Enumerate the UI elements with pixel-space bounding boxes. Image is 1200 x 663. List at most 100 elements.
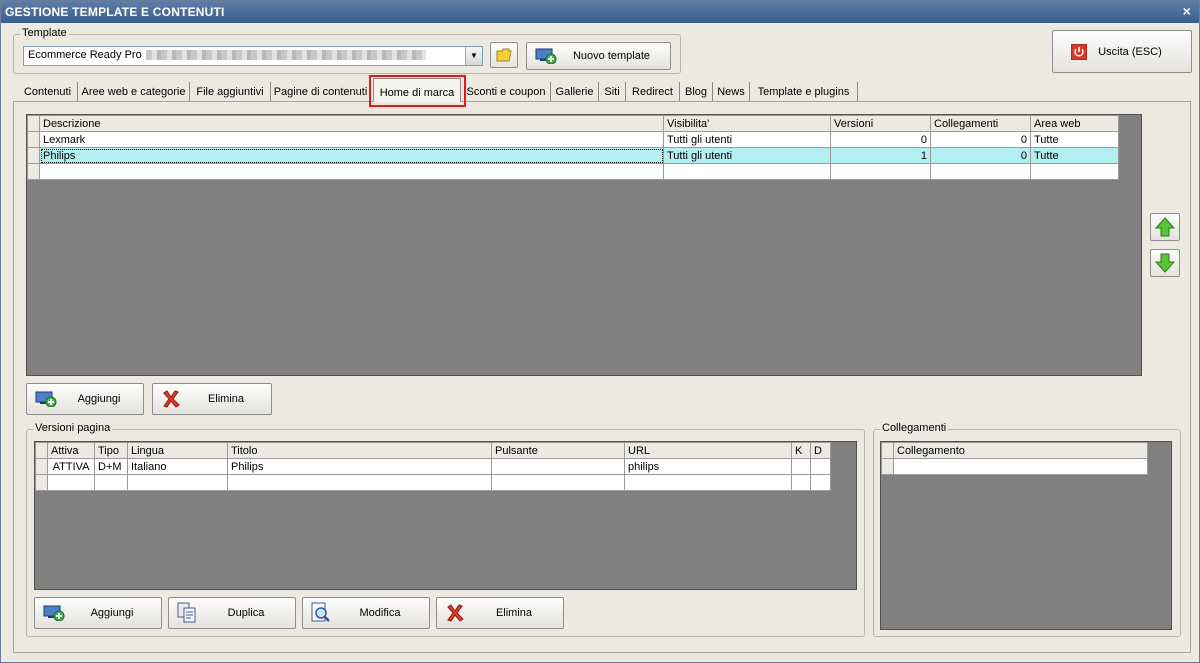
cell-collegamenti[interactable]: 0	[930, 131, 1031, 148]
cell-collegamenti[interactable]: 0	[930, 147, 1031, 164]
cell-empty[interactable]	[127, 474, 228, 491]
move-up-button[interactable]	[1150, 213, 1180, 241]
column-header[interactable]: Collegamento	[893, 442, 1148, 459]
column-header[interactable]: Pulsante	[491, 442, 625, 459]
tab-label: Sconti e coupon	[466, 86, 546, 98]
new-template-button[interactable]: Nuovo template	[526, 42, 671, 70]
redacted-text	[145, 50, 426, 61]
table-row[interactable]: ATTIVA D+M Italiano Philips philips	[35, 458, 831, 475]
column-header[interactable]: URL	[624, 442, 792, 459]
cell-visibilita[interactable]: Tutti gli utenti	[663, 147, 831, 164]
column-header[interactable]: Attiva	[47, 442, 95, 459]
column-header[interactable]: D	[810, 442, 831, 459]
column-header[interactable]: Titolo	[227, 442, 492, 459]
table-row-selected[interactable]: Philips Tutti gli utenti 1 0 Tutte	[27, 147, 1119, 164]
cell-url[interactable]: philips	[624, 458, 792, 475]
add-version-button[interactable]: Aggiungi	[34, 597, 162, 629]
row-indicator[interactable]	[881, 458, 894, 475]
cell-empty[interactable]	[663, 163, 831, 180]
tab-blog[interactable]: Blog	[680, 82, 713, 101]
cell-empty[interactable]	[491, 474, 625, 491]
edit-label: Modifica	[359, 607, 401, 619]
tab-sconti-coupon[interactable]: Sconti e coupon	[462, 82, 551, 101]
column-header[interactable]: Tipo	[94, 442, 128, 459]
duplicate-version-button[interactable]: Duplica	[168, 597, 296, 629]
tab-aree-web[interactable]: Aree web e categorie	[78, 82, 190, 101]
cell-empty[interactable]	[1030, 163, 1119, 180]
column-header[interactable]: Area web	[1030, 115, 1119, 132]
chevron-down-icon[interactable]: ▼	[465, 47, 482, 65]
column-header[interactable]: Collegamenti	[930, 115, 1031, 132]
tab-file-aggiuntivi[interactable]: File aggiuntivi	[190, 82, 271, 101]
row-indicator[interactable]	[35, 474, 48, 491]
row-indicator[interactable]	[27, 131, 40, 148]
cell-empty[interactable]	[227, 474, 492, 491]
table-row-empty[interactable]	[27, 163, 1119, 180]
cell-empty[interactable]	[624, 474, 792, 491]
template-select[interactable]: Ecommerce Ready Pro ▼	[23, 46, 483, 66]
row-indicator[interactable]	[27, 147, 40, 164]
cell-empty[interactable]	[791, 474, 811, 491]
links-table: Collegamento	[881, 442, 1148, 475]
power-icon	[1071, 43, 1087, 60]
delete-version-button[interactable]: Elimina	[436, 597, 564, 629]
tab-template-plugins[interactable]: Template e plugins	[750, 82, 858, 101]
cell-titolo[interactable]: Philips	[227, 458, 492, 475]
cell-descrizione[interactable]: Lexmark	[39, 131, 664, 148]
add-screen-icon	[43, 605, 65, 621]
template-select-value: Ecommerce Ready Pro	[28, 49, 142, 61]
tab-label: Template e plugins	[757, 86, 850, 98]
row-indicator[interactable]	[35, 458, 48, 475]
duplicate-icon	[177, 602, 196, 623]
column-header[interactable]: Descrizione	[39, 115, 664, 132]
versions-grid[interactable]: Attiva Tipo Lingua Titolo Pulsante URL K…	[34, 441, 857, 590]
open-folder-button[interactable]	[490, 42, 518, 68]
table-header-row: Collegamento	[881, 442, 1148, 459]
links-grid[interactable]: Collegamento	[880, 441, 1172, 630]
close-icon[interactable]: ×	[1183, 4, 1191, 18]
cell-versioni[interactable]: 1	[830, 147, 931, 164]
cell-empty[interactable]	[810, 474, 831, 491]
cell-descrizione[interactable]: Philips	[39, 147, 664, 164]
cell-k[interactable]	[791, 458, 811, 475]
cell-d[interactable]	[810, 458, 831, 475]
table-row-empty[interactable]	[881, 458, 1148, 475]
cell-area-web[interactable]: Tutte	[1030, 131, 1119, 148]
main-window: GESTIONE TEMPLATE E CONTENUTI × Template…	[0, 0, 1200, 663]
cell-empty[interactable]	[830, 163, 931, 180]
edit-version-button[interactable]: Modifica	[302, 597, 430, 629]
column-header[interactable]: Versioni	[830, 115, 931, 132]
row-indicator-header	[35, 442, 48, 459]
exit-button[interactable]: Uscita (ESC)	[1052, 30, 1192, 73]
move-down-button[interactable]	[1150, 249, 1180, 277]
cell-lingua[interactable]: Italiano	[127, 458, 228, 475]
row-indicator[interactable]	[27, 163, 40, 180]
cell-empty[interactable]	[930, 163, 1031, 180]
add-brand-home-button[interactable]: Aggiungi	[26, 383, 144, 415]
cell-pulsante[interactable]	[491, 458, 625, 475]
table-row-empty[interactable]	[35, 474, 831, 491]
cell-empty[interactable]	[893, 458, 1148, 475]
column-header[interactable]: Visibilita'	[663, 115, 831, 132]
brand-home-grid[interactable]: Descrizione Visibilita' Versioni Collega…	[26, 114, 1142, 376]
table-row[interactable]: Lexmark Tutti gli utenti 0 0 Tutte	[27, 131, 1119, 148]
tab-contenuti[interactable]: Contenuti	[18, 82, 78, 101]
cell-empty[interactable]	[47, 474, 95, 491]
tab-news[interactable]: News	[713, 82, 750, 101]
tab-pagine-contenuti[interactable]: Pagine di contenuti	[271, 82, 371, 101]
cell-attiva[interactable]: ATTIVA	[47, 458, 95, 475]
cell-versioni[interactable]: 0	[830, 131, 931, 148]
delete-brand-home-button[interactable]: Elimina	[152, 383, 272, 415]
tab-gallerie[interactable]: Gallerie	[551, 82, 599, 101]
tab-siti[interactable]: Siti	[599, 82, 626, 101]
brand-home-table: Descrizione Visibilita' Versioni Collega…	[27, 115, 1119, 180]
column-header[interactable]: K	[791, 442, 811, 459]
cell-tipo[interactable]: D+M	[94, 458, 128, 475]
column-header[interactable]: Lingua	[127, 442, 228, 459]
cell-empty[interactable]	[94, 474, 128, 491]
cell-area-web[interactable]: Tutte	[1030, 147, 1119, 164]
cell-visibilita[interactable]: Tutti gli utenti	[663, 131, 831, 148]
cell-empty[interactable]	[39, 163, 664, 180]
tab-redirect[interactable]: Redirect	[626, 82, 680, 101]
links-group-legend: Collegamenti	[880, 422, 949, 434]
